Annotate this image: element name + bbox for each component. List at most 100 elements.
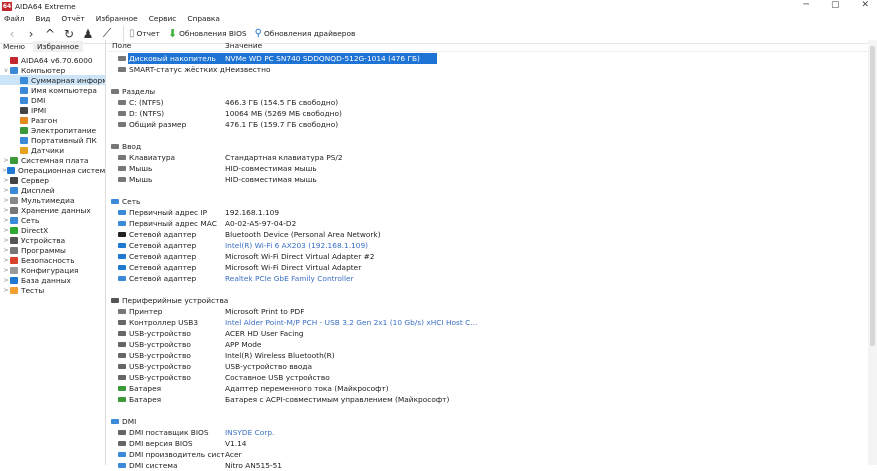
tree-item[interactable]: > Хранение данных [0, 205, 105, 215]
tree-item[interactable]: > Устройства [0, 235, 105, 245]
bios-update-button[interactable]: ⬇ Обновления BIOS [168, 27, 247, 40]
table-row[interactable]: USB-устройство ACER HD User Facing [108, 328, 868, 339]
chevron-right-icon[interactable]: > [2, 157, 10, 164]
table-row[interactable]: DMI версия BIOS V1.14 [108, 438, 868, 449]
chevron-right-icon[interactable]: > [2, 187, 10, 194]
tree-item[interactable]: Датчики [0, 145, 105, 155]
table-row[interactable]: Общий размер 476.1 ГБ (159.7 ГБ свободно) [108, 119, 868, 130]
chevron-right-icon[interactable]: > [2, 207, 10, 214]
tree-item[interactable]: > Сеть [0, 215, 105, 225]
table-row[interactable]: USB-устройство USB-устройство ввода [108, 361, 868, 372]
value-link[interactable]: Realtek PCIe GbE Family Controller [225, 274, 354, 283]
maximize-button[interactable]: ▢ [831, 0, 840, 10]
chevron-right-icon[interactable]: > [2, 237, 10, 244]
tree-node-icon [10, 176, 18, 184]
driver-update-button[interactable]: ⚲ Обновления драйверов [255, 28, 356, 39]
group-header[interactable]: Периферийные устройства [108, 295, 868, 306]
table-row[interactable]: Сетевой адаптер Microsoft Wi-Fi Direct Vi… [108, 251, 868, 262]
table-row[interactable]: Сетевой адаптер Microsoft Wi-Fi Direct Vi… [108, 262, 868, 273]
chevron-down-icon[interactable]: v [2, 67, 10, 74]
table-row[interactable]: DMI поставщик BIOS INSYDE Corp. [108, 427, 868, 438]
table-row[interactable]: Сетевой адаптер Intel(R) Wi-Fi 6 AX203 (1… [108, 240, 868, 251]
tree-item[interactable]: > DirectX [0, 225, 105, 235]
menu-report[interactable]: Отчёт [61, 14, 84, 23]
menu-favorites[interactable]: Избранное [96, 14, 138, 23]
tab-favorites[interactable]: Избранное [32, 40, 83, 52]
table-row[interactable]: Дисковый накопитель NVMe WD PC SN740 SDDQ… [108, 53, 868, 64]
back-icon[interactable]: ‹ [4, 27, 20, 41]
tree-item[interactable]: Суммарная информация [0, 75, 105, 85]
group-header[interactable]: Ввод [108, 141, 868, 152]
report-button[interactable]: ▯ Отчет [129, 28, 160, 39]
tree-item[interactable]: > Сервер [0, 175, 105, 185]
menu-file[interactable]: Файл [4, 14, 24, 23]
tree-item[interactable]: > База данных [0, 275, 105, 285]
chevron-right-icon[interactable]: > [2, 217, 10, 224]
table-row[interactable]: Мышь HID-совместимая мышь [108, 163, 868, 174]
table-row[interactable]: USB-устройство APP Mode [108, 339, 868, 350]
tree-item[interactable]: IPMI [0, 105, 105, 115]
tree-item[interactable]: v Компьютер [0, 65, 105, 75]
table-row[interactable]: Клавиатура Стандартная клавиатура PS/2 [108, 152, 868, 163]
group-header[interactable]: Сеть [108, 196, 868, 207]
table-row[interactable]: Мышь HID-совместимая мышь [108, 174, 868, 185]
tree-item[interactable]: Имя компьютера [0, 85, 105, 95]
tree-item[interactable]: > Системная плата [0, 155, 105, 165]
chevron-right-icon[interactable]: > [2, 177, 10, 184]
table-row[interactable]: USB-устройство Intel(R) Wireless Bluetoot… [108, 350, 868, 361]
tree-item[interactable]: > Операционная система [0, 165, 105, 175]
tree-item[interactable]: > Дисплей [0, 185, 105, 195]
tree-item[interactable]: Разгон [0, 115, 105, 125]
table-row[interactable]: Батарея Батарея с ACPI-совместимым управл… [108, 394, 868, 405]
tree-item[interactable]: Портативный ПК [0, 135, 105, 145]
scrollbar-thumb[interactable] [870, 46, 875, 346]
refresh-icon[interactable]: ↻ [61, 27, 77, 41]
tree-item[interactable]: > Конфигурация [0, 265, 105, 275]
table-row[interactable]: Батарея Адаптер переменного тока (Майкрос… [108, 383, 868, 394]
tab-menu[interactable]: Меню [3, 42, 25, 51]
column-value[interactable]: Значение [225, 41, 262, 50]
tree-item[interactable]: > Мультимедиа [0, 195, 105, 205]
chevron-right-icon[interactable]: > [2, 277, 10, 284]
close-button[interactable]: ✕ [861, 0, 869, 10]
table-row[interactable]: Контроллер USB3 Intel Alder Point-M/P PCH… [108, 317, 868, 328]
value-link[interactable]: Intel(R) Wi-Fi 6 AX203 (192.168.1.109) [225, 241, 368, 250]
group-header[interactable]: DMI [108, 416, 868, 427]
user-icon[interactable]: ♟ [80, 27, 96, 41]
table-row[interactable]: SMART-статус жёстких диск...Неизвестно [108, 64, 868, 75]
chevron-right-icon[interactable]: > [2, 227, 10, 234]
tree-item[interactable]: DMI [0, 95, 105, 105]
table-row[interactable]: DMI производитель системыAcer [108, 449, 868, 460]
value-link[interactable]: INSYDE Corp. [225, 428, 274, 437]
group-header[interactable]: Разделы [108, 86, 868, 97]
tree-item[interactable]: AIDA64 v6.70.6000 [0, 55, 105, 65]
tree-item[interactable]: Электропитание [0, 125, 105, 135]
chevron-right-icon[interactable]: > [2, 267, 10, 274]
vertical-scrollbar[interactable] [868, 40, 877, 465]
chevron-right-icon[interactable]: > [2, 257, 10, 264]
forward-icon[interactable]: › [23, 27, 39, 41]
tree-item[interactable]: > Безопасность [0, 255, 105, 265]
table-row[interactable]: Принтер Microsoft Print to PDF [108, 306, 868, 317]
table-row[interactable]: C: (NTFS) 466.3 ГБ (154.5 ГБ свободно) [108, 97, 868, 108]
up-icon[interactable]: ^ [42, 27, 58, 41]
tree-item[interactable]: > Программы [0, 245, 105, 255]
tree-item[interactable]: > Тесты [0, 285, 105, 295]
chevron-right-icon[interactable]: > [2, 197, 10, 204]
chevron-right-icon[interactable]: > [2, 247, 10, 254]
chart-icon[interactable]: ⟋ [99, 26, 115, 41]
table-row[interactable]: DMI система Nitro AN515-51 [108, 460, 868, 471]
table-row[interactable]: D: (NTFS) 10064 МБ (5269 МБ свободно) [108, 108, 868, 119]
table-row[interactable]: Первичный адрес MAC A0-02-A5-97-04-D2 [108, 218, 868, 229]
table-row[interactable]: Сетевой адаптер Bluetooth Device (Persona… [108, 229, 868, 240]
minimize-button[interactable]: ─ [804, 0, 809, 10]
chevron-right-icon[interactable]: > [2, 287, 10, 294]
menu-service[interactable]: Сервис [149, 14, 177, 23]
table-row[interactable]: USB-устройство Составное USB устройство [108, 372, 868, 383]
table-row[interactable]: Сетевой адаптер Realtek PCIe GbE Family C… [108, 273, 868, 284]
menu-view[interactable]: Вид [35, 14, 50, 23]
table-row[interactable]: Первичный адрес IP 192.168.1.109 [108, 207, 868, 218]
value-link[interactable]: Intel Alder Point-M/P PCH - USB 3.2 Gen … [225, 318, 477, 327]
menu-help[interactable]: Справка [187, 14, 220, 23]
column-field[interactable]: Поле [108, 41, 225, 50]
